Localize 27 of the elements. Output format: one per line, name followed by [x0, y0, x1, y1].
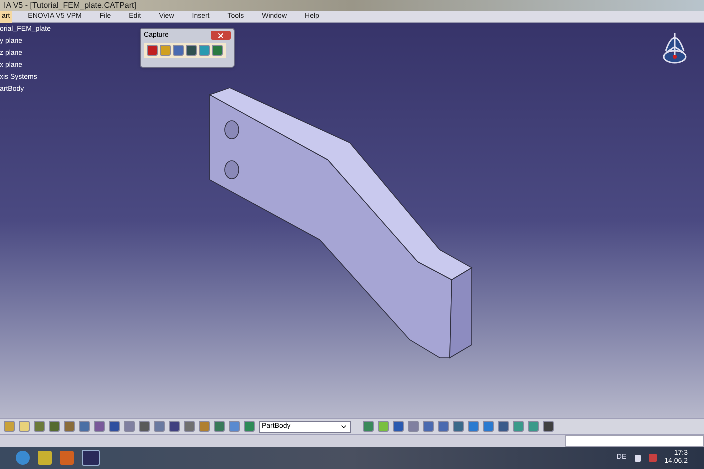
toolbar-icon[interactable] [214, 421, 225, 432]
toolbar-icon[interactable] [34, 421, 45, 432]
toolbar-icon[interactable] [186, 45, 197, 56]
toolbar-icon[interactable] [49, 421, 60, 432]
window-title: IA V5 - [Tutorial_FEM_plate.CATPart] [4, 2, 136, 10]
toolbar-icon[interactable] [453, 421, 464, 432]
close-button[interactable] [211, 31, 231, 40]
toolbar-icon[interactable] [94, 421, 105, 432]
toolbar-icon[interactable] [543, 421, 554, 432]
toolbar-icon[interactable] [173, 45, 184, 56]
toolbar-icon[interactable] [468, 421, 479, 432]
toolbar-icon[interactable] [139, 421, 150, 432]
toolbar-icon[interactable] [109, 421, 120, 432]
toolbar-icon[interactable] [423, 421, 434, 432]
toolbar-icon[interactable] [498, 421, 509, 432]
toolbar-icon[interactable] [483, 421, 494, 432]
toolbar-icon[interactable] [184, 421, 195, 432]
toolbar-icon[interactable] [212, 45, 223, 56]
toolbar-icon[interactable] [64, 421, 75, 432]
toolbar-icon[interactable] [169, 421, 180, 432]
close-icon [217, 32, 225, 40]
app-icon[interactable] [82, 450, 100, 466]
toolbar-icon[interactable] [79, 421, 90, 432]
toolbar-icon[interactable] [147, 45, 158, 56]
command-field[interactable] [565, 435, 704, 447]
toolbar-icon[interactable] [438, 421, 449, 432]
toolbar-icon[interactable] [393, 421, 404, 432]
